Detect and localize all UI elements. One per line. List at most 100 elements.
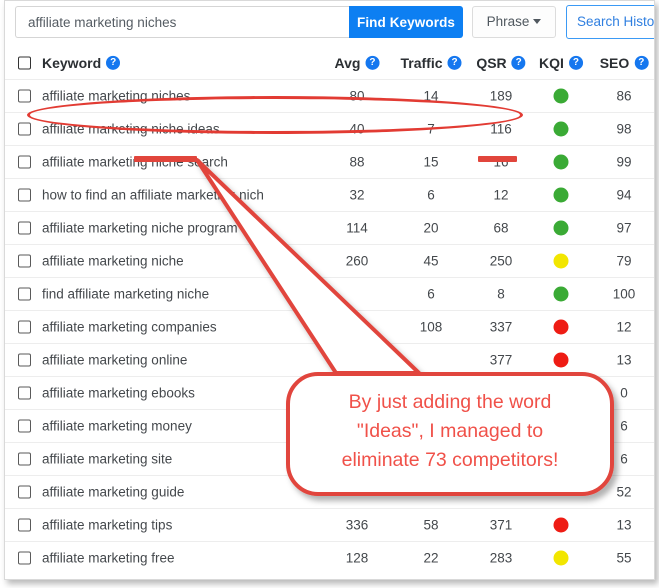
seo-cell: 55 xyxy=(616,550,632,566)
row-checkbox[interactable] xyxy=(18,518,31,532)
seo-cell: 79 xyxy=(616,253,632,269)
keyword-cell[interactable]: affiliate marketing niche ideas xyxy=(42,122,220,137)
search-history-button[interactable]: Search History xyxy=(566,5,654,39)
row-checkbox[interactable] xyxy=(18,353,31,367)
table-row[interactable]: affiliate marketing ebooks 0 xyxy=(5,377,654,410)
table-row[interactable]: affiliate marketing site 6 xyxy=(5,443,654,476)
table-row[interactable]: affiliate marketing money 6 xyxy=(5,410,654,443)
keyword-cell[interactable]: affiliate marketing niche program xyxy=(42,221,238,236)
qsr-cell: 283 xyxy=(489,550,513,566)
table-row[interactable]: affiliate marketing tips 336 58 371 13 xyxy=(5,509,654,542)
keyword-cell[interactable]: affiliate marketing niches xyxy=(42,89,190,104)
keyword-cell[interactable]: affiliate marketing niche search xyxy=(42,155,228,170)
row-checkbox[interactable] xyxy=(18,155,31,169)
traffic-cell: 22 xyxy=(423,550,439,566)
qsr-cell: 377 xyxy=(489,352,513,368)
table-row[interactable]: affiliate marketing free 128 22 283 55 xyxy=(5,542,654,574)
kqi-status-dot xyxy=(553,187,569,203)
kqi-status-dot xyxy=(553,517,569,533)
table-row[interactable]: affiliate marketing niche ideas 40 7 116 98 xyxy=(5,113,654,146)
keywords-table: Keyword? Avg? Traffic? QSR? KQI? SEO? af… xyxy=(5,47,654,579)
table-header-row: Keyword? Avg? Traffic? QSR? KQI? SEO? xyxy=(5,47,654,80)
avg-cell: 260 xyxy=(345,253,369,269)
seo-cell: 99 xyxy=(616,154,632,170)
avg-cell: 40 xyxy=(349,121,365,137)
row-checkbox[interactable] xyxy=(18,551,31,565)
keyword-cell[interactable]: affiliate marketing guide xyxy=(42,485,184,500)
column-header-avg[interactable]: Avg? xyxy=(335,55,380,71)
table-row[interactable]: affiliate marketing niche program 114 20 68… xyxy=(5,212,654,245)
find-keywords-button[interactable]: Find Keywords xyxy=(349,6,463,38)
qsr-cell: 337 xyxy=(489,319,513,335)
row-checkbox[interactable] xyxy=(18,386,31,400)
help-icon-qsr[interactable]: ? xyxy=(511,56,526,71)
keyword-cell[interactable]: affiliate marketing money xyxy=(42,419,192,434)
seo-cell: 97 xyxy=(616,220,632,236)
search-toolbar: Find Keywords Phrase Search History xyxy=(5,1,654,47)
column-header-kqi[interactable]: KQI? xyxy=(539,55,583,71)
row-checkbox[interactable] xyxy=(18,485,31,499)
keyword-cell[interactable]: affiliate marketing online xyxy=(42,353,187,368)
traffic-cell: 108 xyxy=(419,319,443,335)
select-all-checkbox[interactable] xyxy=(18,56,31,70)
table-row[interactable]: find affiliate marketing niche 6 8 100 xyxy=(5,278,654,311)
keyword-cell[interactable]: affiliate marketing niche xyxy=(42,254,184,269)
row-checkbox[interactable] xyxy=(18,254,31,268)
table-row[interactable]: affiliate marketing niches 80 14 189 86 xyxy=(5,80,654,113)
column-header-qsr[interactable]: QSR? xyxy=(476,54,526,71)
seo-cell: 13 xyxy=(616,517,632,533)
avg-cell: 633 xyxy=(345,319,369,335)
column-header-traffic[interactable]: Traffic? xyxy=(400,54,462,71)
column-header-keyword[interactable]: Keyword? xyxy=(42,55,121,71)
help-icon-traffic[interactable]: ? xyxy=(447,56,462,71)
table-row[interactable]: affiliate marketing niche search 88 15 16 99 xyxy=(5,146,654,179)
seo-cell: 6 xyxy=(620,451,628,467)
row-checkbox[interactable] xyxy=(18,188,31,202)
row-checkbox[interactable] xyxy=(18,122,31,136)
keyword-cell[interactable]: find affiliate marketing niche xyxy=(42,287,209,302)
column-header-seo[interactable]: SEO? xyxy=(600,55,649,71)
table-row[interactable]: affiliate marketing companies 633 108 337 12 xyxy=(5,311,654,344)
screenshot-root: Find Keywords Phrase Search History Keyw… xyxy=(0,0,659,588)
kqi-status-dot xyxy=(553,550,569,566)
qsr-cell: 8 xyxy=(497,286,505,302)
match-type-dropdown[interactable]: Phrase xyxy=(472,6,556,38)
column-header-traffic-label: Traffic xyxy=(400,54,443,71)
chevron-down-icon xyxy=(533,18,542,24)
keyword-cell[interactable]: affiliate marketing ebooks xyxy=(42,386,195,401)
row-checkbox[interactable] xyxy=(18,452,31,466)
avg-cell: 336 xyxy=(345,517,369,533)
row-checkbox[interactable] xyxy=(18,89,31,103)
keyword-cell[interactable]: affiliate marketing tips xyxy=(42,518,172,533)
help-icon-keyword[interactable]: ? xyxy=(106,56,121,71)
kqi-status-dot xyxy=(553,88,569,104)
column-header-qsr-label: QSR xyxy=(476,54,507,71)
row-checkbox[interactable] xyxy=(18,221,31,235)
kqi-status-dot xyxy=(553,286,569,302)
keyword-cell[interactable]: affiliate marketing site xyxy=(42,452,172,467)
seo-cell: 94 xyxy=(616,187,632,203)
table-row[interactable]: affiliate marketing online 396 377 13 xyxy=(5,344,654,377)
avg-cell: 32 xyxy=(349,187,365,203)
keyword-search-input[interactable] xyxy=(15,6,349,38)
table-row[interactable]: how to find an affiliate marketing nich 3… xyxy=(5,179,654,212)
qsr-cell: 68 xyxy=(493,220,509,236)
seo-cell: 6 xyxy=(620,418,628,434)
table-row[interactable]: affiliate marketing guide 52 xyxy=(5,476,654,509)
help-icon-avg[interactable]: ? xyxy=(365,56,380,71)
row-checkbox[interactable] xyxy=(18,287,31,301)
keyword-cell[interactable]: affiliate marketing companies xyxy=(42,320,217,335)
keyword-cell[interactable]: how to find an affiliate marketing nich xyxy=(42,188,264,203)
row-checkbox[interactable] xyxy=(18,419,31,433)
qsr-cell: 371 xyxy=(489,517,513,533)
keyword-cell[interactable]: affiliate marketing free xyxy=(42,551,175,566)
traffic-cell: 45 xyxy=(423,253,439,269)
help-icon-kqi[interactable]: ? xyxy=(568,56,583,71)
column-header-kqi-label: KQI xyxy=(539,54,564,71)
table-row[interactable]: affiliate marketing niche 260 45 250 79 xyxy=(5,245,654,278)
traffic-cell: 7 xyxy=(427,121,435,137)
help-icon-seo[interactable]: ? xyxy=(634,56,649,71)
kqi-status-dot xyxy=(553,319,569,335)
row-checkbox[interactable] xyxy=(18,320,31,334)
seo-cell: 13 xyxy=(616,352,632,368)
